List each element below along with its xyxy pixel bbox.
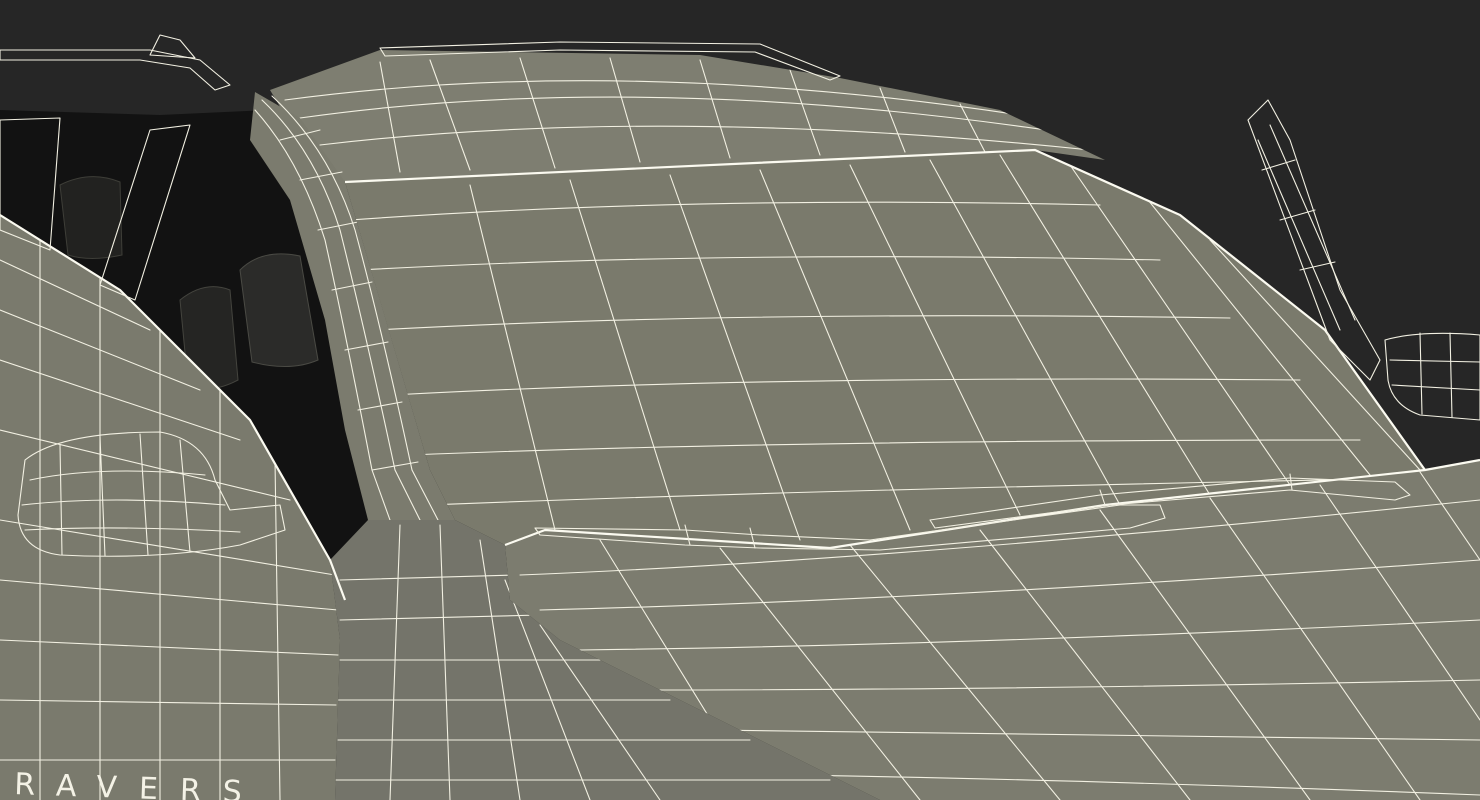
wireframe-car-render: RAVERS (0, 0, 1480, 800)
